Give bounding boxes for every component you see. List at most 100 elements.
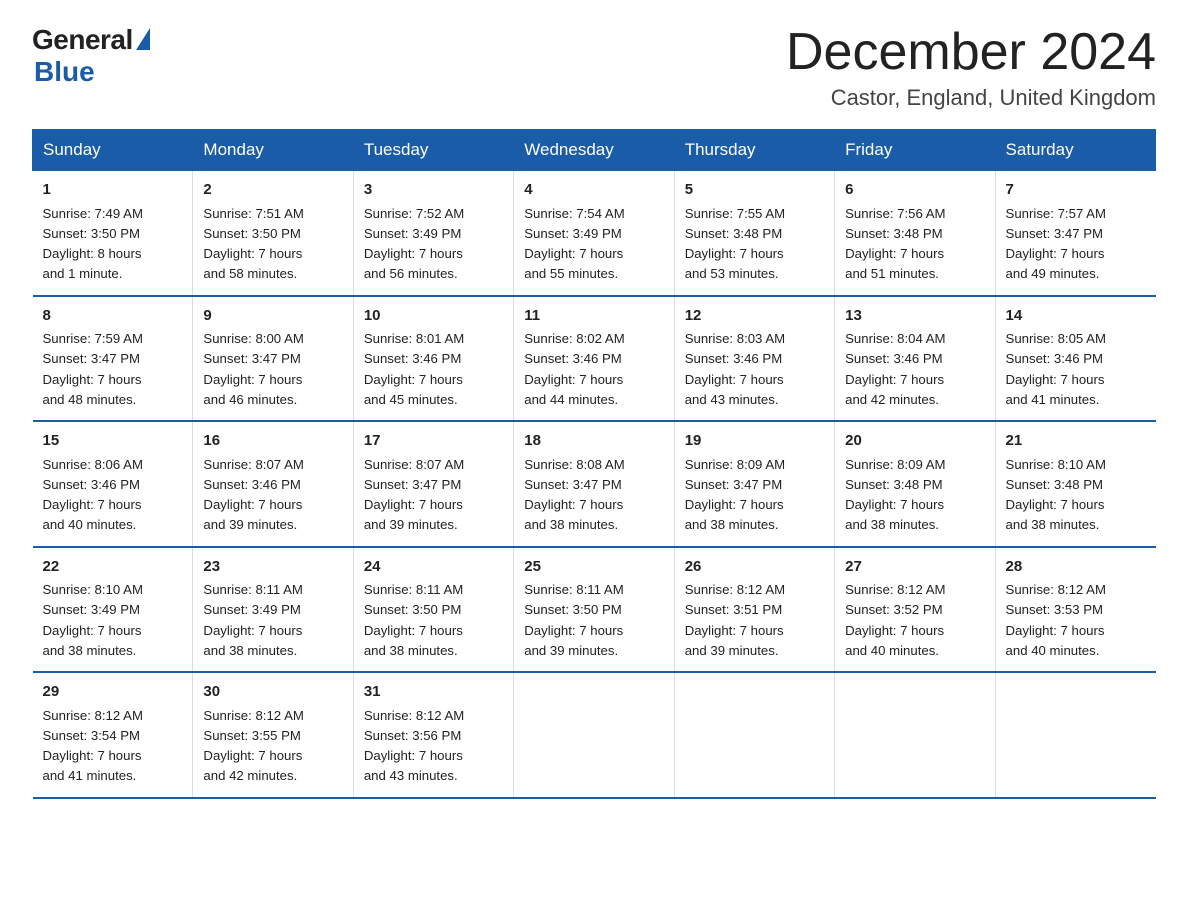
calendar-cell <box>835 672 995 798</box>
day-info: Sunrise: 7:52 AMSunset: 3:49 PMDaylight:… <box>364 206 464 282</box>
calendar-cell: 30 Sunrise: 8:12 AMSunset: 3:55 PMDayligh… <box>193 672 353 798</box>
header-friday: Friday <box>835 130 995 171</box>
day-number: 24 <box>364 556 503 579</box>
day-number: 8 <box>43 305 183 328</box>
calendar-cell: 9Sunrise: 8:00 AMSunset: 3:47 PMDaylight… <box>193 296 353 422</box>
day-info: Sunrise: 8:11 AMSunset: 3:49 PMDaylight:… <box>203 582 302 658</box>
day-number: 16 <box>203 430 342 453</box>
title-area: December 2024 Castor, England, United Ki… <box>786 24 1156 111</box>
day-info: Sunrise: 7:54 AMSunset: 3:49 PMDaylight:… <box>524 206 624 282</box>
calendar-week-row: 22 Sunrise: 8:10 AMSunset: 3:49 PMDayligh… <box>33 547 1156 673</box>
calendar-cell <box>674 672 834 798</box>
calendar-cell: 13 Sunrise: 8:04 AMSunset: 3:46 PMDayligh… <box>835 296 995 422</box>
day-number: 25 <box>524 556 663 579</box>
day-number: 13 <box>845 305 984 328</box>
day-info: Sunrise: 8:08 AMSunset: 3:47 PMDaylight:… <box>524 457 624 533</box>
calendar-cell: 15 Sunrise: 8:06 AMSunset: 3:46 PMDayligh… <box>33 421 193 547</box>
day-info: Sunrise: 7:55 AMSunset: 3:48 PMDaylight:… <box>685 206 785 282</box>
day-number: 7 <box>1006 179 1146 202</box>
day-info: Sunrise: 7:59 AMSunset: 3:47 PMDaylight:… <box>43 331 143 407</box>
day-number: 19 <box>685 430 824 453</box>
day-number: 17 <box>364 430 503 453</box>
calendar-cell: 20 Sunrise: 8:09 AMSunset: 3:48 PMDayligh… <box>835 421 995 547</box>
day-number: 15 <box>43 430 183 453</box>
day-info: Sunrise: 8:12 AMSunset: 3:55 PMDaylight:… <box>203 708 303 784</box>
day-number: 30 <box>203 681 342 704</box>
calendar-cell: 31 Sunrise: 8:12 AMSunset: 3:56 PMDayligh… <box>353 672 513 798</box>
day-number: 22 <box>43 556 183 579</box>
header-tuesday: Tuesday <box>353 130 513 171</box>
calendar-cell: 8 Sunrise: 7:59 AMSunset: 3:47 PMDaylight… <box>33 296 193 422</box>
calendar-cell: 24 Sunrise: 8:11 AMSunset: 3:50 PMDayligh… <box>353 547 513 673</box>
calendar-cell: 2 Sunrise: 7:51 AMSunset: 3:50 PMDaylight… <box>193 171 353 296</box>
calendar-cell: 7 Sunrise: 7:57 AMSunset: 3:47 PMDaylight… <box>995 171 1155 296</box>
day-number: 6 <box>845 179 984 202</box>
header: General Blue December 2024 Castor, Engla… <box>32 24 1156 111</box>
day-number: 3 <box>364 179 503 202</box>
logo: General Blue <box>32 24 150 88</box>
day-info: Sunrise: 8:10 AMSunset: 3:49 PMDaylight:… <box>43 582 143 658</box>
calendar-cell <box>514 672 674 798</box>
day-info: Sunrise: 8:04 AMSunset: 3:46 PMDaylight:… <box>845 331 945 407</box>
calendar-week-row: 15 Sunrise: 8:06 AMSunset: 3:46 PMDayligh… <box>33 421 1156 547</box>
day-info: Sunrise: 7:57 AMSunset: 3:47 PMDaylight:… <box>1006 206 1106 282</box>
calendar-cell: 14 Sunrise: 8:05 AMSunset: 3:46 PMDayligh… <box>995 296 1155 422</box>
calendar-week-row: 8 Sunrise: 7:59 AMSunset: 3:47 PMDaylight… <box>33 296 1156 422</box>
day-number: 4 <box>524 179 663 202</box>
day-number: 12 <box>685 305 824 328</box>
calendar-cell: 25Sunrise: 8:11 AMSunset: 3:50 PMDayligh… <box>514 547 674 673</box>
day-info: Sunrise: 8:12 AMSunset: 3:51 PMDaylight:… <box>685 582 785 658</box>
day-number: 27 <box>845 556 984 579</box>
day-number: 14 <box>1006 305 1146 328</box>
calendar-cell: 23Sunrise: 8:11 AMSunset: 3:49 PMDayligh… <box>193 547 353 673</box>
calendar-cell: 28Sunrise: 8:12 AMSunset: 3:53 PMDayligh… <box>995 547 1155 673</box>
header-wednesday: Wednesday <box>514 130 674 171</box>
day-info: Sunrise: 8:06 AMSunset: 3:46 PMDaylight:… <box>43 457 143 533</box>
calendar-cell: 6 Sunrise: 7:56 AMSunset: 3:48 PMDaylight… <box>835 171 995 296</box>
calendar-cell: 22 Sunrise: 8:10 AMSunset: 3:49 PMDayligh… <box>33 547 193 673</box>
day-info: Sunrise: 8:09 AMSunset: 3:47 PMDaylight:… <box>685 457 785 533</box>
day-info: Sunrise: 7:51 AMSunset: 3:50 PMDaylight:… <box>203 206 303 282</box>
header-monday: Monday <box>193 130 353 171</box>
calendar-cell: 3 Sunrise: 7:52 AMSunset: 3:49 PMDaylight… <box>353 171 513 296</box>
day-number: 26 <box>685 556 824 579</box>
calendar-cell: 17 Sunrise: 8:07 AMSunset: 3:47 PMDayligh… <box>353 421 513 547</box>
day-info: Sunrise: 8:07 AMSunset: 3:46 PMDaylight:… <box>203 457 303 533</box>
day-number: 20 <box>845 430 984 453</box>
day-info: Sunrise: 7:49 AMSunset: 3:50 PMDaylight:… <box>43 206 143 282</box>
day-info: Sunrise: 8:12 AMSunset: 3:56 PMDaylight:… <box>364 708 464 784</box>
logo-triangle-icon <box>136 28 150 50</box>
day-number: 28 <box>1006 556 1146 579</box>
location-title: Castor, England, United Kingdom <box>786 85 1156 111</box>
day-info: Sunrise: 8:05 AMSunset: 3:46 PMDaylight:… <box>1006 331 1106 407</box>
day-number: 18 <box>524 430 663 453</box>
calendar-week-row: 29 Sunrise: 8:12 AMSunset: 3:54 PMDayligh… <box>33 672 1156 798</box>
calendar-cell: 21Sunrise: 8:10 AMSunset: 3:48 PMDayligh… <box>995 421 1155 547</box>
calendar-cell: 26 Sunrise: 8:12 AMSunset: 3:51 PMDayligh… <box>674 547 834 673</box>
day-number: 31 <box>364 681 503 704</box>
calendar-cell: 10Sunrise: 8:01 AMSunset: 3:46 PMDayligh… <box>353 296 513 422</box>
day-number: 29 <box>43 681 183 704</box>
calendar-cell: 27Sunrise: 8:12 AMSunset: 3:52 PMDayligh… <box>835 547 995 673</box>
logo-general-text: General <box>32 24 133 56</box>
header-thursday: Thursday <box>674 130 834 171</box>
calendar-week-row: 1Sunrise: 7:49 AMSunset: 3:50 PMDaylight… <box>33 171 1156 296</box>
day-info: Sunrise: 8:00 AMSunset: 3:47 PMDaylight:… <box>203 331 303 407</box>
calendar-cell: 1Sunrise: 7:49 AMSunset: 3:50 PMDaylight… <box>33 171 193 296</box>
page: General Blue December 2024 Castor, Engla… <box>0 0 1188 831</box>
day-number: 5 <box>685 179 824 202</box>
calendar-cell: 19 Sunrise: 8:09 AMSunset: 3:47 PMDayligh… <box>674 421 834 547</box>
calendar-cell: 18 Sunrise: 8:08 AMSunset: 3:47 PMDayligh… <box>514 421 674 547</box>
calendar-cell: 4 Sunrise: 7:54 AMSunset: 3:49 PMDaylight… <box>514 171 674 296</box>
day-number: 11 <box>524 305 663 328</box>
day-info: Sunrise: 8:09 AMSunset: 3:48 PMDaylight:… <box>845 457 945 533</box>
calendar-cell <box>995 672 1155 798</box>
day-info: Sunrise: 8:12 AMSunset: 3:54 PMDaylight:… <box>43 708 143 784</box>
calendar-header-row: Sunday Monday Tuesday Wednesday Thursday… <box>33 130 1156 171</box>
logo-blue-text: Blue <box>34 56 95 88</box>
day-info: Sunrise: 8:07 AMSunset: 3:47 PMDaylight:… <box>364 457 464 533</box>
day-number: 2 <box>203 179 342 202</box>
day-info: Sunrise: 8:11 AMSunset: 3:50 PMDaylight:… <box>364 582 463 658</box>
day-info: Sunrise: 7:56 AMSunset: 3:48 PMDaylight:… <box>845 206 945 282</box>
day-info: Sunrise: 8:01 AMSunset: 3:46 PMDaylight:… <box>364 331 464 407</box>
